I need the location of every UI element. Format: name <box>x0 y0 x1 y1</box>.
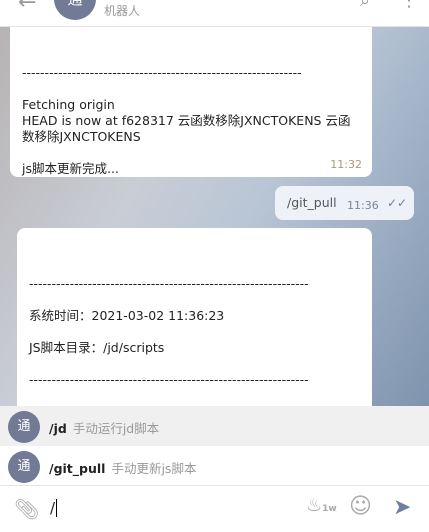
back-arrow-icon[interactable]: ← <box>18 0 36 15</box>
message-composer: 📎︎ / ♨1w ☺ ➤ <box>0 487 429 532</box>
message-input[interactable]: / <box>50 499 58 517</box>
search-icon[interactable]: ⌕ <box>360 0 370 11</box>
command-suggestion-jd[interactable]: 通 /jd 手动运行jd脚本 <box>0 406 429 446</box>
message-text: /git_pull <box>287 195 337 210</box>
command-description: 手动更新js脚本 <box>111 461 197 476</box>
timer-label: 1w <box>322 504 337 514</box>
incoming-message: ----------------------------------------… <box>10 27 372 177</box>
message-list[interactable]: ----------------------------------------… <box>0 27 429 406</box>
outgoing-message: /git_pull 11:36 ✓✓ <box>275 186 414 220</box>
bot-avatar: 通 <box>8 451 40 483</box>
message-time: 11:32 <box>330 158 362 171</box>
self-destruct-timer-icon[interactable]: ♨1w <box>306 495 337 516</box>
avatar[interactable]: 通 <box>54 0 96 20</box>
incoming-message: ----------------------------------------… <box>17 228 372 406</box>
send-icon[interactable]: ➤ <box>393 495 411 520</box>
more-options-icon[interactable]: ⋮ <box>400 0 418 11</box>
message-text: ----------------------------------------… <box>29 276 309 406</box>
chat-subtitle: 机器人 <box>104 4 141 18</box>
bot-avatar: 通 <box>8 411 40 443</box>
command-name: /jd <box>49 421 67 436</box>
command-description: 手动运行jd脚本 <box>72 421 160 436</box>
emoji-icon[interactable]: ☺ <box>349 494 372 519</box>
chat-header: ← 通 机器人 ⌕ ⋮ <box>0 0 429 27</box>
command-name: /git_pull <box>49 461 106 476</box>
paperclip-icon[interactable]: 📎︎ <box>14 497 39 521</box>
message-time: 11:36 <box>347 199 379 212</box>
command-suggestion-git-pull[interactable]: 通 /git_pull 手动更新js脚本 <box>0 446 429 486</box>
double-check-icon: ✓✓ <box>387 196 408 210</box>
message-text: ----------------------------------------… <box>22 65 351 176</box>
